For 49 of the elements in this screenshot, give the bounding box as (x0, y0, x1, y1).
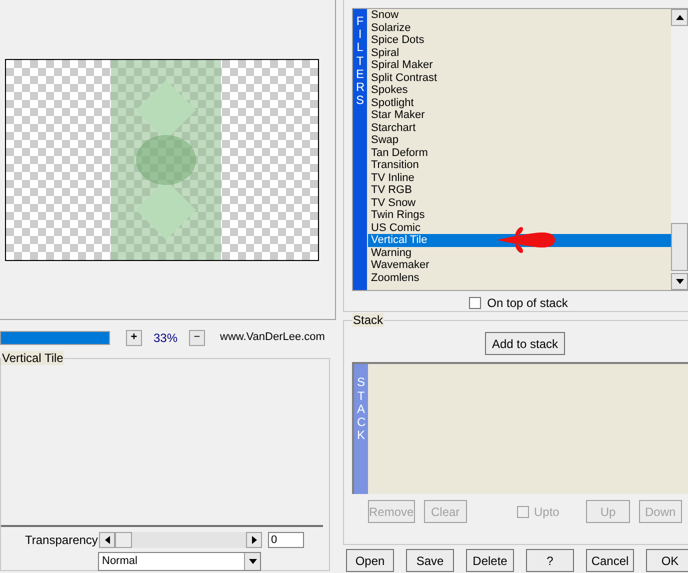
scroll-up-icon[interactable] (671, 9, 688, 26)
transparency-slider[interactable] (99, 532, 262, 548)
upto-label: Upto (534, 504, 560, 521)
scroll-down-icon[interactable] (671, 273, 688, 290)
filter-item[interactable]: Starchart (368, 122, 671, 134)
dialog-button[interactable]: Delete (466, 549, 514, 572)
stack-side-label: STACK (354, 364, 368, 494)
settings-title: Vertical Tile (1, 351, 64, 365)
filter-item[interactable]: Tan Deform (368, 146, 671, 159)
filter-item[interactable]: Swap (368, 134, 671, 146)
blend-mode-dropdown[interactable]: Normal (98, 552, 261, 571)
zoom-level: 33% (152, 330, 179, 346)
filter-item[interactable]: Spiral (368, 46, 671, 59)
filter-item[interactable]: Snow (368, 9, 671, 22)
filter-item[interactable]: TV RGB (368, 184, 671, 196)
scroll-thumb[interactable] (671, 223, 688, 271)
dialog-button[interactable]: ? (526, 549, 574, 572)
dialog-button[interactable]: Open (346, 549, 394, 572)
slider-thumb[interactable] (115, 532, 132, 548)
on-top-checkbox[interactable] (469, 297, 482, 309)
transparency-label: Transparency (25, 532, 99, 549)
filter-item[interactable]: US Comic (368, 222, 671, 234)
filter-item[interactable]: Spokes (368, 84, 671, 96)
filter-item[interactable]: Zoomlens (368, 272, 671, 284)
add-to-stack-button[interactable]: Add to stack (485, 332, 565, 356)
filter-item[interactable]: Transition (368, 159, 671, 172)
dialog-button[interactable]: Cancel (586, 549, 634, 572)
filter-item[interactable]: TV Snow (368, 196, 671, 209)
filter-item[interactable]: Twin Rings (368, 209, 671, 222)
filters-side-label: FILTERS (353, 9, 367, 290)
transparency-input[interactable]: 0 (268, 532, 304, 548)
dialog-button[interactable]: Save (406, 549, 454, 572)
filter-item[interactable]: Warning (368, 246, 671, 259)
filter-item[interactable]: Wavemaker (368, 259, 671, 272)
dialog-button[interactable]: OK (646, 549, 688, 572)
filter-item[interactable]: Spice Dots (368, 34, 671, 46)
filter-item[interactable]: TV Inline (368, 172, 671, 184)
filter-item[interactable]: Spotlight (368, 96, 671, 109)
filter-item[interactable]: Spiral Maker (368, 59, 671, 72)
scrollbar[interactable] (671, 9, 688, 290)
filter-item[interactable]: Split Contrast (368, 72, 671, 84)
on-top-label: On top of stack (487, 295, 568, 312)
filter-item[interactable]: Solarize (368, 22, 671, 34)
stack-title: Stack (352, 313, 384, 328)
website-link[interactable]: www.VanDerLee.com (220, 329, 325, 346)
zoom-out-button[interactable]: − (189, 330, 205, 346)
filter-item[interactable]: Star Maker (368, 109, 671, 122)
zoom-in-button[interactable]: + (126, 330, 142, 346)
arrow-icon (495, 225, 557, 256)
